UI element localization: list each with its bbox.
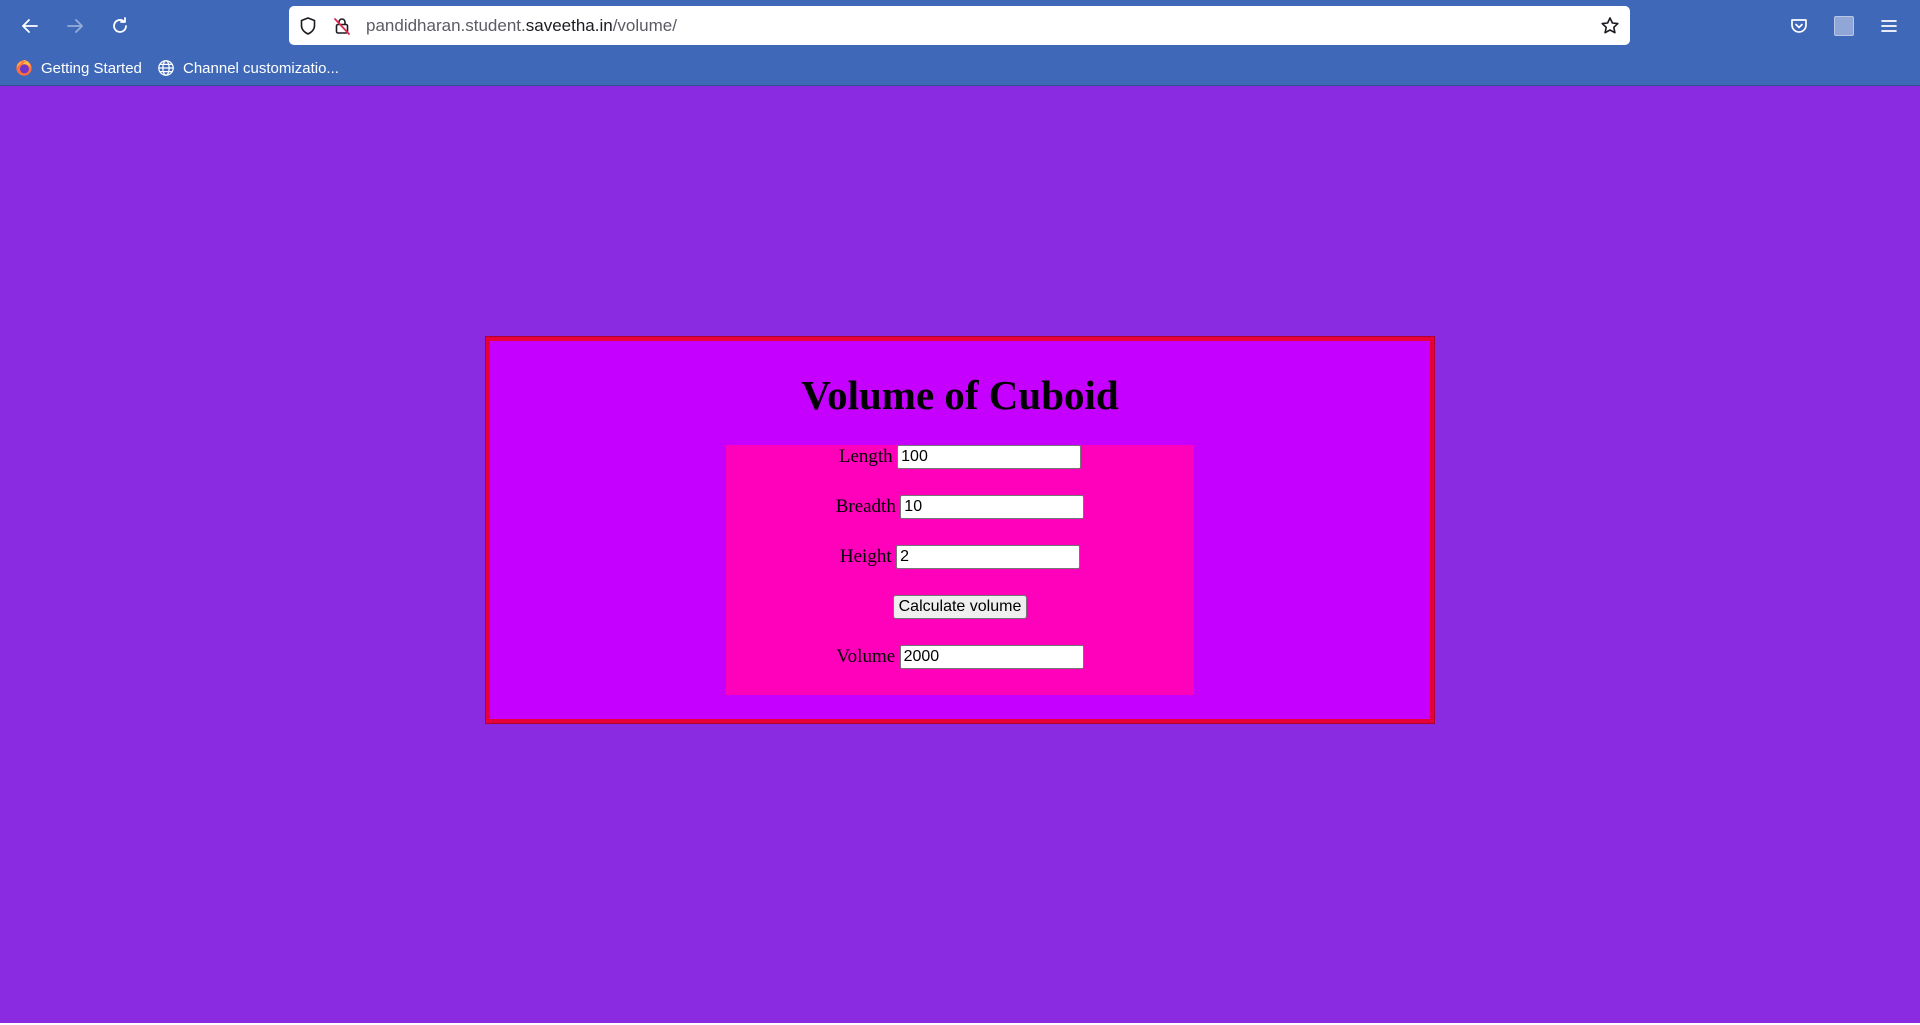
url-path: /volume/ (612, 16, 677, 35)
shield-icon[interactable] (298, 16, 318, 36)
app-menu-button[interactable] (1871, 8, 1907, 44)
length-input[interactable] (897, 445, 1082, 469)
firefox-icon (16, 59, 32, 76)
breadth-label: Breadth (835, 496, 896, 517)
extension-icon (1834, 16, 1854, 36)
page-title: Volume of Cuboid (801, 372, 1119, 418)
volume-output[interactable] (899, 645, 1084, 669)
back-arrow-icon (22, 19, 38, 33)
length-row: Length (726, 445, 1194, 475)
volume-label: Volume (836, 646, 896, 667)
volume-row: Volume (726, 645, 1194, 675)
cuboid-card: Volume of Cuboid Length Breadth Height C… (485, 336, 1435, 724)
breadth-input[interactable] (900, 495, 1085, 519)
extension-button[interactable] (1826, 8, 1862, 44)
back-button[interactable] (12, 8, 48, 44)
breadth-row: Breadth (726, 495, 1194, 525)
bookmarks-toolbar: Getting Started Channel customizatio... (0, 52, 1920, 84)
page-viewport: Volume of Cuboid Length Breadth Height C… (0, 86, 1920, 1023)
bookmark-getting-started[interactable]: Getting Started (15, 56, 142, 80)
bookmark-channel-customization[interactable]: Channel customizatio... (157, 56, 339, 80)
globe-icon (158, 60, 174, 76)
forward-arrow-icon (67, 19, 83, 33)
url-subdomain: pandidharan.student. (366, 16, 526, 35)
connection-not-secure-icon[interactable] (332, 16, 352, 36)
pocket-icon (1791, 19, 1807, 33)
bookmark-star-icon[interactable] (1600, 16, 1620, 36)
height-input[interactable] (896, 545, 1081, 569)
button-row: Calculate volume (726, 595, 1194, 625)
volume-form: Length Breadth Height Calculate volume V… (726, 445, 1194, 695)
forward-button[interactable] (57, 8, 93, 44)
length-label: Length (838, 446, 893, 467)
calculate-volume-button[interactable]: Calculate volume (892, 595, 1028, 619)
browser-toolbar: pandidharan.student.saveetha.in/volume/ … (0, 0, 1920, 86)
reload-button[interactable] (102, 8, 138, 44)
reload-icon (113, 17, 127, 33)
bookmark-label: Channel customizatio... (183, 59, 339, 77)
height-row: Height (726, 545, 1194, 575)
pocket-button[interactable] (1781, 8, 1817, 44)
bookmark-label: Getting Started (41, 59, 142, 77)
url-domain: saveetha.in (525, 16, 613, 35)
url-text[interactable]: pandidharan.student.saveetha.in/volume/ (366, 6, 677, 45)
height-label: Height (839, 546, 892, 567)
address-bar[interactable]: pandidharan.student.saveetha.in/volume/ (289, 6, 1630, 45)
hamburger-menu-icon (1881, 20, 1897, 32)
